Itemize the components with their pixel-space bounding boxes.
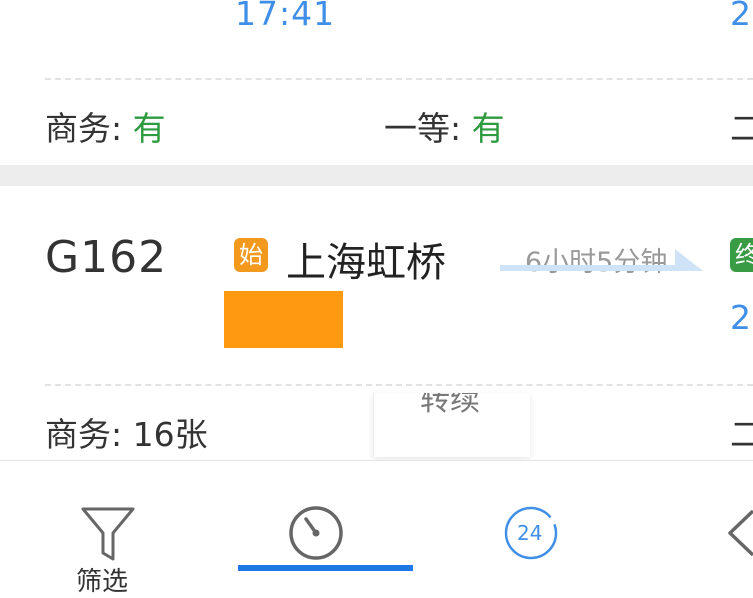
seat-business: 商务: 有 xyxy=(45,102,166,150)
selected-tab-indicator xyxy=(238,565,413,571)
seat-second-clipped: 二 xyxy=(730,415,753,454)
transfer-popup-text: 转续 xyxy=(420,393,480,418)
chevron-left-icon[interactable] xyxy=(726,505,753,561)
bottom-tab-bar: 筛选 24 xyxy=(0,460,753,597)
redacted-time-block xyxy=(224,291,343,348)
seat-second-clipped: 二 xyxy=(730,109,753,148)
divider xyxy=(45,384,753,386)
divider xyxy=(45,78,753,80)
seat-business-label: 商务: xyxy=(45,109,123,148)
arrival-time-clipped: 2 xyxy=(730,0,752,33)
seat-business-value: 有 xyxy=(132,109,166,148)
seat-first-value: 有 xyxy=(471,109,505,148)
destination-time-clipped: 2 xyxy=(730,298,752,337)
seat-first: 一等: 有 xyxy=(384,102,505,150)
seat-first-label: 一等: xyxy=(384,109,462,148)
card-separator xyxy=(0,165,753,186)
origin-station: 上海虹桥 xyxy=(286,240,446,286)
direction-arrow-icon xyxy=(500,249,703,271)
clock-dial-icon xyxy=(289,506,343,560)
tab-time-sort[interactable] xyxy=(238,461,413,571)
destination-badge: 终 xyxy=(730,238,753,272)
tab-filter[interactable]: 筛选 xyxy=(40,461,180,597)
seat-business-label: 商务: xyxy=(45,415,123,454)
origin-badge: 始 xyxy=(234,238,268,272)
arrival-time: 17:41 xyxy=(235,0,336,33)
calendar-day-number: 24 xyxy=(517,521,543,545)
train-number: G162 xyxy=(45,232,168,283)
seat-business-value: 16张 xyxy=(132,415,208,454)
train-card-previous[interactable]: 17:41 2 商务: 有 一等: 有 二 xyxy=(0,0,753,165)
tab-date[interactable]: 24 xyxy=(470,461,590,571)
filter-funnel-icon xyxy=(81,507,135,561)
seat-business: 商务: 16张 xyxy=(45,408,208,456)
tab-filter-label: 筛选 xyxy=(76,567,129,597)
transfer-popup[interactable]: 转续 xyxy=(373,393,530,457)
